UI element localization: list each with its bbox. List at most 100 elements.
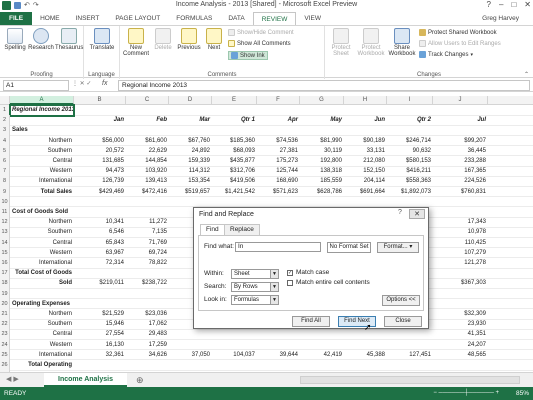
cell-e2[interactable]: Qtr 1 [212, 115, 257, 126]
cell-j24[interactable]: 24,207 [433, 340, 488, 351]
row-header[interactable]: 13 [0, 227, 10, 238]
cell-a3[interactable]: Sales [10, 125, 74, 136]
row-header[interactable]: 21 [0, 309, 10, 320]
cell-d8[interactable]: 153,354 [169, 176, 212, 187]
user-name[interactable]: Greg Harvey [482, 12, 533, 25]
cell-c11[interactable] [126, 207, 169, 218]
cell-a14[interactable]: Central [10, 238, 74, 249]
column-header-a[interactable]: A [10, 96, 74, 105]
cell-e23[interactable] [212, 329, 257, 340]
cell-j21[interactable]: $32,309 [433, 309, 488, 320]
cell-e26[interactable] [212, 360, 257, 371]
cell-j3[interactable] [433, 125, 488, 136]
help-icon[interactable]: ? [487, 0, 491, 9]
cell-d7[interactable]: 114,312 [169, 166, 212, 177]
cell-h10[interactable] [344, 197, 387, 208]
cell-c9[interactable]: $472,416 [126, 187, 169, 198]
cell-a7[interactable]: Western [10, 166, 74, 177]
cell-a15[interactable]: Western [10, 248, 74, 259]
name-box[interactable]: A1 [3, 80, 69, 91]
cell-b8[interactable]: 126,739 [74, 176, 126, 187]
row-header[interactable]: 23 [0, 329, 10, 340]
formula-input[interactable]: Regional Income 2013 [118, 80, 530, 91]
cell-b18[interactable]: $219,011 [74, 278, 126, 289]
cell-j2[interactable]: Jul [433, 115, 488, 126]
cell-c17[interactable] [126, 268, 169, 279]
cell-g3[interactable] [300, 125, 344, 136]
show-ink-button[interactable]: Show Ink [228, 51, 268, 60]
cell-a6[interactable]: Central [10, 156, 74, 167]
cell-c10[interactable] [126, 197, 169, 208]
cell-f7[interactable]: 125,744 [257, 166, 300, 177]
cell-e9[interactable]: $1,421,542 [212, 187, 257, 198]
cell-g9[interactable]: $628,786 [300, 187, 344, 198]
cell-b3[interactable] [74, 125, 126, 136]
cell-f2[interactable]: Apr [257, 115, 300, 126]
cell-a8[interactable]: International [10, 176, 74, 187]
close-button[interactable]: Close [384, 316, 422, 327]
cell-b6[interactable]: 131,685 [74, 156, 126, 167]
cell-j25[interactable]: 48,565 [433, 350, 488, 361]
cell-b17[interactable] [74, 268, 126, 279]
cell-d24[interactable] [169, 340, 212, 351]
cell-i3[interactable] [387, 125, 433, 136]
cell-b16[interactable]: 72,314 [74, 258, 126, 269]
cell-j20[interactable] [433, 299, 488, 310]
cell-d23[interactable] [169, 329, 212, 340]
cell-c22[interactable]: 17,062 [126, 319, 169, 330]
row-header[interactable]: 16 [0, 258, 10, 269]
previous-comment-button[interactable]: Previous [176, 28, 202, 51]
protect-sheet-button[interactable]: Protect Sheet [327, 28, 355, 57]
cell-g7[interactable]: 138,318 [300, 166, 344, 177]
select-all-corner[interactable] [0, 96, 10, 105]
within-select[interactable]: Sheet ▼ [231, 269, 279, 279]
cell-d25[interactable]: 37,050 [169, 350, 212, 361]
cell-a25[interactable]: International [10, 350, 74, 361]
cell-c13[interactable]: 7,135 [126, 227, 169, 238]
cell-c3[interactable] [126, 125, 169, 136]
tab-home[interactable]: HOME [32, 12, 68, 25]
row-header[interactable]: 26 [0, 360, 10, 371]
cell-f5[interactable]: 27,381 [257, 146, 300, 157]
cell-b20[interactable] [74, 299, 126, 310]
cell-c8[interactable]: 139,413 [126, 176, 169, 187]
cell-a20[interactable]: Operating Expenses [10, 299, 74, 310]
cell-b1[interactable] [74, 105, 126, 116]
cell-j8[interactable]: 224,526 [433, 176, 488, 187]
next-comment-button[interactable]: Next [203, 28, 225, 51]
cell-a4[interactable]: Northern [10, 136, 74, 147]
cell-c14[interactable]: 71,769 [126, 238, 169, 249]
cell-f25[interactable]: 39,644 [257, 350, 300, 361]
cell-b11[interactable] [74, 207, 126, 218]
cell-f1[interactable] [257, 105, 300, 116]
row-header[interactable]: 22 [0, 319, 10, 330]
cell-h4[interactable]: $90,189 [344, 136, 387, 147]
cell-g6[interactable]: 192,800 [300, 156, 344, 167]
cell-c24[interactable]: 17,259 [126, 340, 169, 351]
cell-b7[interactable]: 94,473 [74, 166, 126, 177]
thesaurus-button[interactable]: Thesaurus [55, 28, 83, 51]
cell-j26[interactable] [433, 360, 488, 371]
cell-d10[interactable] [169, 197, 212, 208]
cell-e8[interactable]: $419,506 [212, 176, 257, 187]
cell-c23[interactable]: 29,483 [126, 329, 169, 340]
cell-j10[interactable] [433, 197, 488, 208]
row-header[interactable]: 17 [0, 268, 10, 279]
maximize-icon[interactable]: □ [511, 0, 516, 9]
cell-h26[interactable] [344, 360, 387, 371]
column-header-j[interactable]: J [433, 96, 488, 105]
cell-e6[interactable]: $435,877 [212, 156, 257, 167]
cell-j13[interactable]: 10,978 [433, 227, 488, 238]
cell-j14[interactable]: 110,425 [433, 238, 488, 249]
cell-c4[interactable]: $61,600 [126, 136, 169, 147]
cell-f8[interactable]: 168,690 [257, 176, 300, 187]
show-hide-comment-button[interactable]: Show/Hide Comment [228, 29, 294, 36]
match-case-checkbox[interactable]: ✓ [287, 270, 293, 276]
row-header[interactable]: 15 [0, 247, 10, 259]
cell-d9[interactable]: $519,657 [169, 187, 212, 198]
cell-a19[interactable] [10, 289, 74, 300]
row-header[interactable]: 5 [0, 145, 10, 157]
cell-j17[interactable] [433, 268, 488, 279]
cell-i8[interactable]: $558,363 [387, 176, 433, 187]
cell-g10[interactable] [300, 197, 344, 208]
